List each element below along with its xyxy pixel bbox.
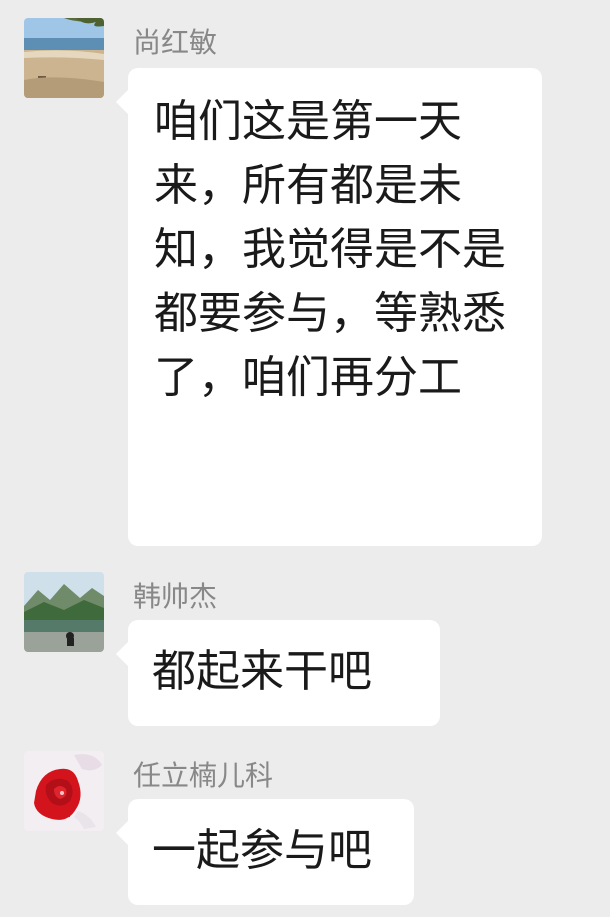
message-bubble[interactable]: 一起参与吧 [116, 799, 414, 905]
beach-photo-avatar[interactable] [24, 18, 104, 98]
sender-name: 任立楠儿科 [133, 759, 274, 792]
red-rose-avatar[interactable] [24, 751, 104, 831]
message-text: 咱们这是第一天来，所有都是未知，我觉得是不是都要参与，等熟悉了，咱们再分工 [154, 96, 506, 403]
sender-name: 韩帅杰 [133, 580, 218, 613]
red-rose-icon [24, 751, 104, 831]
message-bubble[interactable]: 咱们这是第一天来，所有都是未知，我觉得是不是都要参与，等熟悉了，咱们再分工 [116, 68, 542, 546]
sender-name: 尚红敏 [133, 26, 218, 59]
message-bubble[interactable]: 都起来干吧 [116, 620, 440, 726]
chat-message: 韩帅杰 都起来干吧 [0, 572, 610, 732]
beach-photo-icon [24, 18, 104, 98]
chat-message: 尚红敏 咱们这是第一天来，所有都是未知，我觉得是不是都要参与，等熟悉了，咱们再分… [0, 18, 610, 548]
chat-message: 任立楠儿科 一起参与吧 [0, 751, 610, 911]
message-text: 一起参与吧 [152, 825, 372, 876]
mountain-lake-photo-icon [24, 572, 104, 652]
mountain-lake-photo-avatar[interactable] [24, 572, 104, 652]
message-text: 都起来干吧 [152, 646, 372, 697]
